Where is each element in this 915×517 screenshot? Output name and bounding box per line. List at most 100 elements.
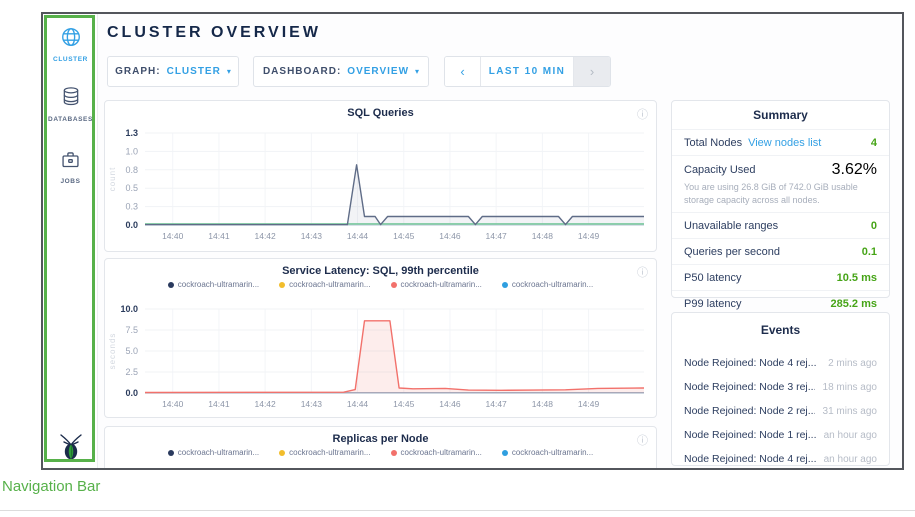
events-list: Node Rejoined: Node 4 rej... 2 mins ago … (672, 347, 889, 470)
service-latency-canvas[interactable]: 14:4014:4114:4214:4314:4414:4514:4614:47… (105, 295, 656, 419)
y-axis-tick: 1.0 (125, 146, 138, 156)
summary-row-unavailable-ranges: Unavailable ranges 0 (672, 212, 889, 238)
y-axis-tick: 5.0 (125, 346, 138, 356)
chart-legend: cockroach-ultramarin... cockroach-ultrama… (105, 448, 656, 457)
legend-label: cockroach-ultramarin... (401, 448, 482, 457)
x-axis-tick: 14:40 (162, 399, 184, 409)
sql-queries-canvas[interactable]: 14:4014:4114:4214:4314:4414:4514:4614:47… (105, 121, 656, 253)
legend-dot-icon (391, 450, 397, 456)
time-range-label[interactable]: LAST 10 MIN (481, 57, 573, 86)
replicas-per-node-canvas[interactable]: 14:4014:4114:4214:4314:4414:4514:4614:47… (105, 463, 656, 470)
sidebar-item-cluster[interactable]: CLUSTER (43, 26, 98, 63)
event-text: Node Rejoined: Node 1 rej... (684, 429, 816, 441)
time-range-selector: ‹ LAST 10 MIN › (444, 56, 611, 87)
chart-title: SQL Queries (105, 107, 656, 119)
sql-queries-card: SQL Queries ⓘ 14:4014:4114:4214:4314:441… (104, 100, 657, 252)
summary-value: 0.1 (862, 246, 877, 258)
x-axis-tick: 14:41 (208, 231, 230, 241)
legend-dot-icon (279, 282, 285, 288)
service-latency-card: Service Latency: SQL, 99th percentile ⓘ … (104, 258, 657, 418)
legend-item[interactable]: cockroach-ultramarin... (502, 280, 593, 289)
legend-item[interactable]: cockroach-ultramarin... (168, 280, 259, 289)
legend-item[interactable]: cockroach-ultramarin... (168, 448, 259, 457)
sidebar-item-databases[interactable]: DATABASES (43, 86, 98, 123)
legend-dot-icon (391, 282, 397, 288)
y-axis-tick: 2.5 (125, 367, 138, 377)
legend-item[interactable]: cockroach-ultramarin... (502, 448, 593, 457)
summary-value: 285.2 ms (831, 298, 877, 310)
x-axis-tick: 14:46 (439, 231, 461, 241)
x-axis-tick: 14:44 (347, 231, 369, 241)
dashboard-dropdown[interactable]: DASHBOARD: OVERVIEW ▾ (253, 56, 429, 87)
x-axis-tick: 14:43 (301, 399, 323, 409)
x-axis-tick: 14:44 (347, 399, 369, 409)
dashboard-dropdown-value: OVERVIEW (347, 66, 409, 77)
events-title: Events (672, 313, 889, 347)
event-time: 31 mins ago (823, 406, 877, 417)
capacity-note: You are using 26.8 GiB of 742.0 GiB usab… (684, 181, 877, 206)
y-axis-tick: 7.5 (125, 325, 138, 335)
y-axis-tick: 0.8 (125, 165, 138, 175)
summary-value: 0 (871, 220, 877, 232)
y-axis-tick: 10.0 (120, 304, 138, 314)
y-axis-tick: 0.5 (125, 183, 138, 193)
time-range-next-button[interactable]: › (573, 57, 610, 86)
x-axis-tick: 14:41 (208, 399, 230, 409)
legend-item[interactable]: cockroach-ultramarin... (391, 448, 482, 457)
x-axis-tick: 14:49 (578, 399, 600, 409)
event-row: Node Rejoined: Node 2 rej... 31 mins ago (672, 399, 889, 423)
x-axis-tick: 14:42 (254, 399, 276, 409)
chart-legend: cockroach-ultramarin... cockroach-ultrama… (105, 280, 656, 289)
sidebar-item-label: DATABASES (48, 116, 93, 123)
y-axis-tick: 0.0 (125, 220, 138, 230)
summary-label: Capacity Used (684, 164, 756, 176)
legend-dot-icon (502, 450, 508, 456)
x-axis-tick: 14:47 (486, 231, 508, 241)
cockroachdb-logo[interactable] (43, 433, 98, 460)
graph-dropdown[interactable]: GRAPH: CLUSTER ▾ (107, 56, 239, 87)
events-panel: Events Node Rejoined: Node 4 rej... 2 mi… (671, 312, 890, 466)
event-text: Node Rejoined: Node 3 rej... (684, 381, 815, 393)
summary-label: Queries per second (684, 246, 780, 258)
sidebar-item-jobs[interactable]: JOBS (43, 149, 98, 185)
info-icon[interactable]: ⓘ (637, 264, 648, 280)
series-line (145, 165, 644, 225)
x-axis-tick: 14:45 (393, 399, 415, 409)
legend-dot-icon (279, 450, 285, 456)
globe-icon (60, 26, 82, 53)
x-axis-tick: 14:49 (578, 231, 600, 241)
event-text: Node Rejoined: Node 4 rej... (684, 357, 817, 369)
replicas-per-node-chart: 14:4014:4114:4214:4314:4414:4514:4614:47… (105, 463, 656, 470)
legend-dot-icon (168, 450, 174, 456)
event-time: 2 mins ago (828, 358, 877, 369)
summary-value: 3.62% (832, 161, 877, 179)
chart-title: Replicas per Node (105, 433, 656, 445)
summary-row-qps: Queries per second 0.1 (672, 238, 889, 264)
x-axis-tick: 14:47 (486, 399, 508, 409)
summary-label: P50 latency (684, 272, 741, 284)
page-title: CLUSTER OVERVIEW (107, 24, 321, 42)
replicas-per-node-card: Replicas per Node ⓘ cockroach-ultramarin… (104, 426, 657, 470)
annotation-caption: Navigation Bar (2, 478, 100, 495)
info-icon[interactable]: ⓘ (637, 106, 648, 122)
y-axis-tick: 1.3 (125, 128, 138, 138)
view-nodes-list-link[interactable]: View nodes list (748, 137, 821, 149)
chevron-down-icon: ▾ (415, 67, 419, 76)
event-text: Node Rejoined: Node 2 rej... (684, 405, 815, 417)
summary-value: 10.5 ms (837, 272, 877, 284)
admin-ui-window: CLUSTER DATABASES JOBS (41, 12, 904, 470)
legend-item[interactable]: cockroach-ultramarin... (279, 280, 370, 289)
y-axis-tick: 0.0 (125, 388, 138, 398)
legend-item[interactable]: cockroach-ultramarin... (391, 280, 482, 289)
event-text: Node Rejoined: Node 4 rej... (684, 453, 816, 465)
x-axis-tick: 14:42 (254, 231, 276, 241)
legend-label: cockroach-ultramarin... (289, 448, 370, 457)
time-range-prev-button[interactable]: ‹ (445, 57, 481, 86)
legend-item[interactable]: cockroach-ultramarin... (279, 448, 370, 457)
legend-label: cockroach-ultramarin... (512, 448, 593, 457)
legend-label: cockroach-ultramarin... (178, 280, 259, 289)
graph-dropdown-label: GRAPH: (115, 66, 160, 77)
summary-value: 4 (871, 137, 877, 149)
info-icon[interactable]: ⓘ (637, 432, 648, 448)
event-row: Node Rejoined: Node 4 rej... 2 mins ago (672, 351, 889, 375)
